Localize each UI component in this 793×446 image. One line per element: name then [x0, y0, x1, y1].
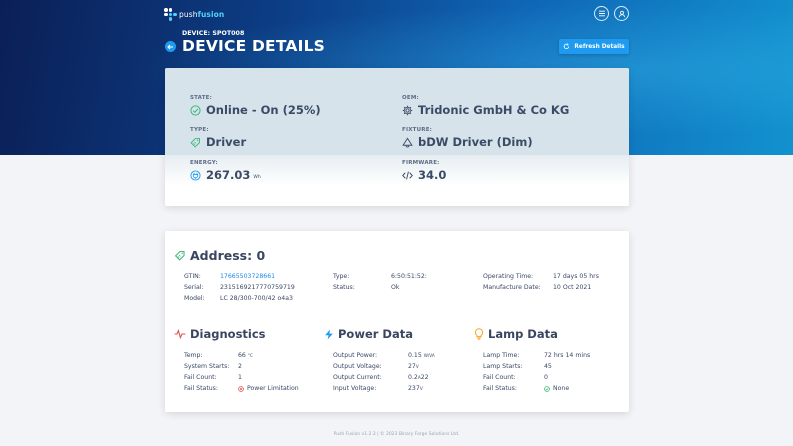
logo-mark-icon: [164, 8, 177, 21]
firmware-field: FIRMWARE: 34.0: [402, 160, 447, 182]
diagnostics-heading: Diagnostics: [174, 327, 266, 341]
output-power-value: 0.15 W/VA: [408, 352, 435, 359]
oem-value: Tridonic GmbH & Co KG: [418, 103, 570, 117]
page-title: DEVICE DETAILS: [182, 37, 326, 55]
check-circle-icon: [544, 385, 550, 392]
menu-icon: [598, 10, 605, 17]
energy-unit: Wh: [253, 174, 261, 180]
energy-field: ENERGY: 267.03 Wh: [190, 160, 261, 182]
temp-value: 66 °C: [238, 352, 253, 359]
lamp-fail-count-value: 0: [544, 374, 548, 381]
lightning-icon: [325, 329, 333, 339]
lamp-data-heading: Lamp Data: [474, 327, 558, 341]
tag-icon: [174, 250, 185, 261]
energy-value: 267.03: [206, 168, 251, 182]
device-label: DEVICE: SPOT008: [182, 30, 245, 37]
address-heading: Address: 0: [174, 248, 265, 263]
type-value: Driver: [206, 135, 247, 149]
input-voltage-value: 237V: [408, 385, 423, 392]
user-button[interactable]: [614, 6, 629, 21]
gear-icon: [402, 105, 413, 115]
lamp-icon: [402, 137, 413, 147]
arrow-left-icon: [167, 44, 173, 49]
state-value: Online - On (25%): [206, 103, 321, 117]
manufacture-date-value: 10 Oct 2021: [553, 284, 592, 291]
oem-field: OEM: Tridonic GmbH & Co KG: [402, 95, 570, 117]
lamp-starts-value: 45: [544, 363, 552, 370]
fixture-field: FIXTURE: bDW Driver (Dim): [402, 127, 533, 149]
system-starts-value: 2: [238, 363, 242, 370]
plug-icon: [190, 169, 201, 181]
operating-time-value: 17 days 05 hrs: [553, 273, 599, 280]
pulse-icon: [174, 329, 186, 339]
refresh-icon: [564, 43, 570, 50]
fixture-value: bDW Driver (Dim): [418, 135, 533, 149]
lamp-fail-status: None: [544, 385, 569, 392]
lightbulb-icon: [474, 328, 484, 340]
firmware-value: 34.0: [418, 168, 447, 182]
user-icon: [618, 10, 625, 17]
device-details-card: Address: 0 GTIN: 17665503728661 Serial: …: [165, 231, 629, 412]
diag-fail-status: Power Limitation: [238, 385, 299, 392]
lamp-time-value: 72 hrs 14 mins: [544, 352, 591, 359]
address-type-value: 6:50:51:52:: [391, 273, 427, 280]
type-field: TYPE: Driver: [190, 127, 247, 149]
output-current-value: 0.2A22: [408, 374, 429, 381]
menu-button[interactable]: [594, 6, 609, 21]
gtin-link[interactable]: 17665503728661: [220, 273, 275, 280]
back-button[interactable]: [165, 41, 176, 52]
model-value: LC 28/300-700/42 o4a3: [220, 295, 293, 302]
address-status-value: Ok: [391, 284, 400, 291]
app-logo[interactable]: pushfusion: [164, 8, 225, 21]
diag-fail-count-value: 1: [238, 374, 242, 381]
device-summary-card: STATE: Online - On (25%) OEM: Tridonic G…: [165, 68, 629, 206]
check-circle-icon: [190, 104, 201, 116]
tag-icon: [190, 137, 200, 148]
output-voltage-value: 27V: [408, 363, 419, 370]
refresh-details-button[interactable]: Refresh Details: [559, 39, 629, 54]
logo-text: pushfusion: [179, 9, 225, 19]
serial-value: 2315169217770759719: [220, 284, 295, 291]
refresh-label: Refresh Details: [574, 43, 625, 50]
power-data-heading: Power Data: [324, 327, 413, 341]
error-circle-icon: [238, 385, 244, 392]
code-icon: [402, 171, 413, 179]
footer-text: Push Fusion v1.2.3 | © 2023 Binary Forge…: [333, 432, 460, 437]
state-field: STATE: Online - On (25%): [190, 95, 321, 117]
